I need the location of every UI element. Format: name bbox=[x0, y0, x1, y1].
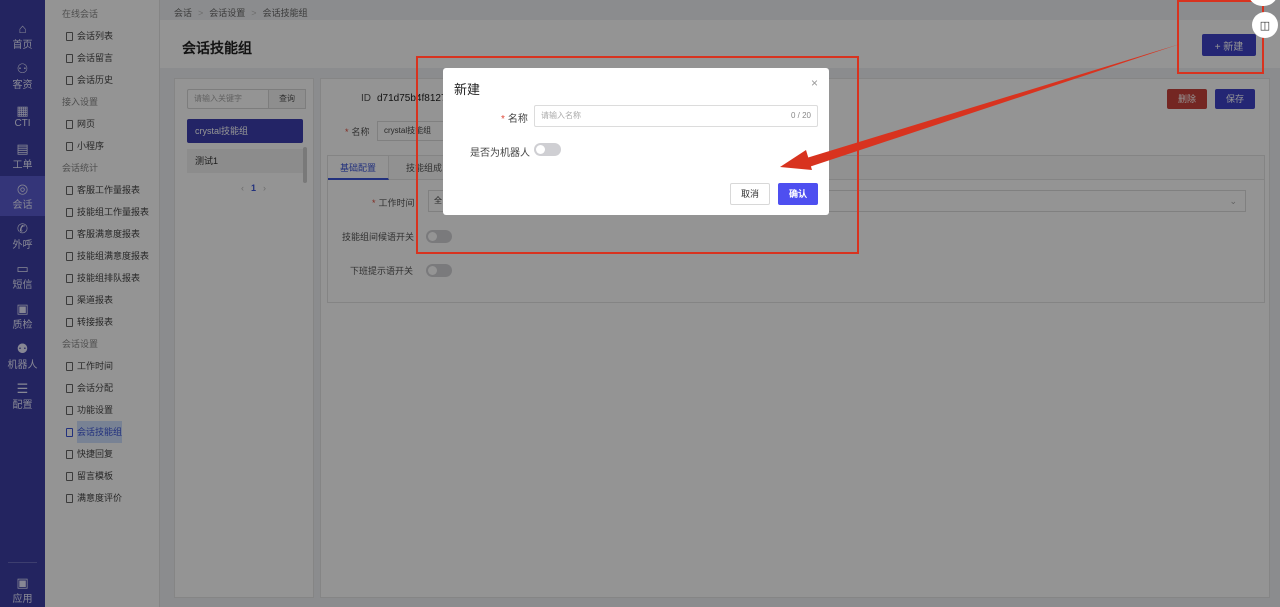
annotation-box-new-button bbox=[1177, 0, 1264, 74]
book-icon[interactable]: ◫ bbox=[1252, 12, 1278, 38]
annotation-box-dialog bbox=[416, 56, 859, 254]
